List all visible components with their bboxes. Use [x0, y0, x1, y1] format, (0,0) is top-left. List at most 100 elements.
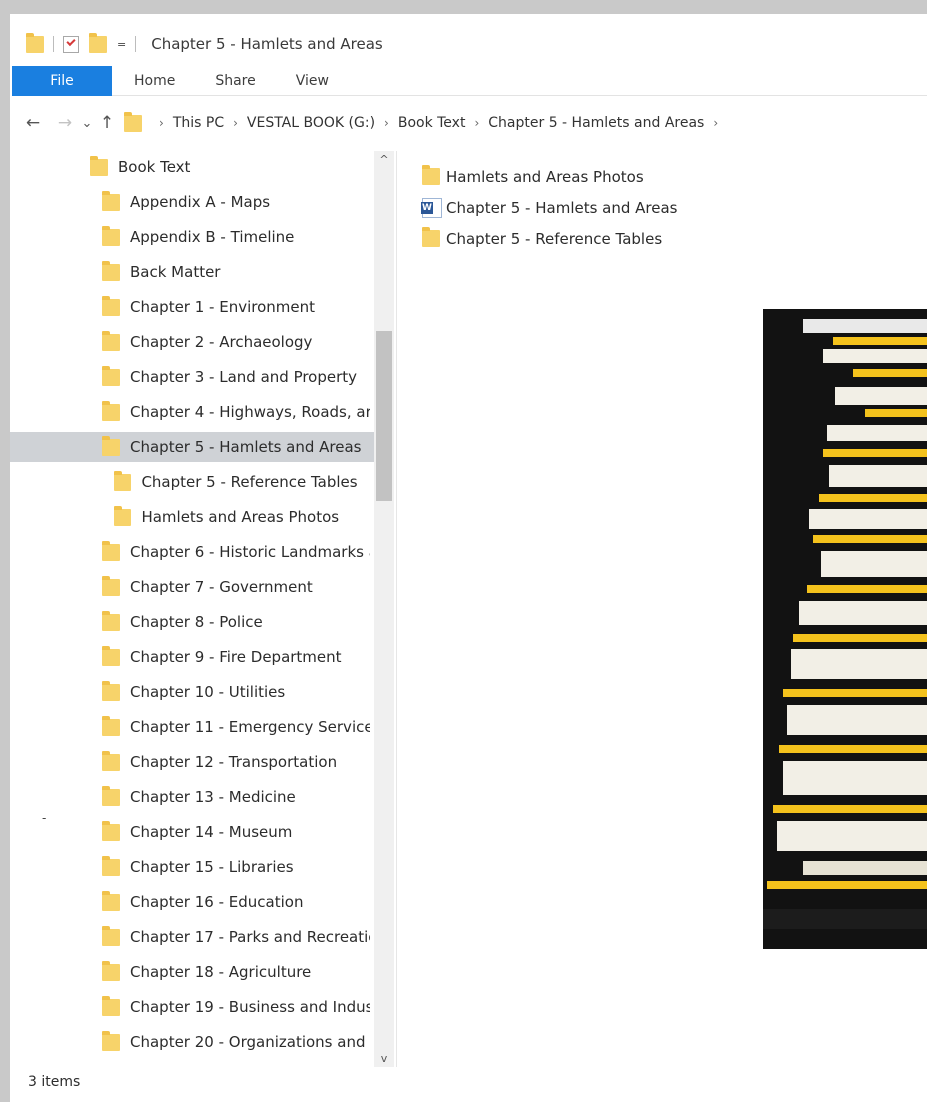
tab-share[interactable]: Share [195, 66, 275, 96]
scroll-up-arrow-icon[interactable]: ^ [374, 153, 394, 166]
folder-icon [102, 995, 120, 1016]
nav-item-chapter-15[interactable]: Chapter 15 - Libraries [10, 852, 374, 882]
nav-item-label: Chapter 5 - Reference Tables [141, 473, 358, 491]
nav-pane-scrollbar[interactable]: ^ v [374, 151, 394, 1067]
nav-item-chapter-8[interactable]: Chapter 8 - Police [10, 607, 374, 637]
tab-view[interactable]: View [276, 66, 349, 96]
nav-item-chapter-6[interactable]: Chapter 6 - Historic Landmarks a [10, 537, 374, 567]
nav-item-hamlets-photos[interactable]: Hamlets and Areas Photos [10, 502, 374, 532]
folder-icon [114, 470, 132, 491]
ribbon-tabs: File Home Share View [10, 66, 927, 96]
window-title: Chapter 5 - Hamlets and Areas [151, 35, 383, 53]
breadcrumb-chapter-5[interactable]: Chapter 5 - Hamlets and Areas [488, 115, 704, 131]
nav-item-chapter-4[interactable]: Chapter 4 - Highways, Roads, ar [10, 397, 374, 427]
nav-item-chapter-20[interactable]: Chapter 20 - Organizations and ( [10, 1027, 374, 1057]
folder-icon [102, 400, 120, 421]
folder-icon [102, 225, 120, 246]
nav-item-label: Appendix B - Timeline [130, 228, 295, 246]
tab-home[interactable]: Home [112, 66, 195, 96]
nav-item-chapter-10[interactable]: Chapter 10 - Utilities [10, 677, 374, 707]
folder-icon [102, 295, 120, 316]
breadcrumb-separator[interactable]: › [384, 116, 389, 130]
file-list: Hamlets and Areas Photos Chapter 5 - Ham… [421, 161, 922, 254]
nav-item-chapter-19[interactable]: Chapter 19 - Business and Indus [10, 992, 374, 1022]
folder-icon [102, 435, 120, 456]
file-item-hamlets-photos[interactable]: Hamlets and Areas Photos [422, 161, 922, 192]
toolbar-divider [53, 36, 54, 52]
nav-item-label: Chapter 5 - Hamlets and Areas [130, 438, 362, 456]
back-arrow-icon[interactable]: ← [24, 113, 42, 133]
breadcrumb-separator[interactable]: › [474, 116, 479, 130]
folder-icon [102, 680, 120, 701]
scroll-down-arrow-icon[interactable]: v [374, 1052, 394, 1065]
file-folders-photo [763, 309, 927, 949]
pane-divider[interactable] [396, 151, 397, 1067]
nav-item-back-matter[interactable]: Back Matter [10, 257, 374, 287]
nav-item-chapter-18[interactable]: Chapter 18 - Agriculture [10, 957, 374, 987]
nav-item-label: Book Text [118, 158, 191, 176]
breadcrumb-vestal-book-drive[interactable]: VESTAL BOOK (G:) [247, 115, 375, 131]
nav-item-chapter-17[interactable]: Chapter 17 - Parks and Recreatic [10, 922, 374, 952]
recent-locations-chevron-icon[interactable]: ⌄ [78, 116, 96, 131]
tab-file[interactable]: File [12, 66, 112, 96]
margin-mark: - [42, 811, 47, 825]
nav-item-label: Chapter 18 - Agriculture [130, 963, 312, 981]
nav-item-label: Chapter 19 - Business and Indus [130, 998, 370, 1016]
breadcrumb-this-pc[interactable]: This PC [173, 115, 224, 131]
nav-item-label: Chapter 1 - Environment [130, 298, 316, 316]
forward-arrow-icon[interactable]: → [56, 113, 74, 133]
folder-icon [102, 540, 120, 561]
nav-item-label: Appendix A - Maps [130, 193, 271, 211]
nav-item-appendix-a[interactable]: Appendix A - Maps [10, 187, 374, 217]
up-arrow-icon[interactable]: ↑ [98, 113, 116, 133]
nav-item-chapter-5-reference-tables[interactable]: Chapter 5 - Reference Tables [10, 467, 374, 497]
nav-item-label: Chapter 15 - Libraries [130, 858, 294, 876]
nav-item-chapter-7[interactable]: Chapter 7 - Government [10, 572, 374, 602]
navigation-pane: Book Text Appendix A - Maps Appendix B -… [10, 151, 394, 1067]
nav-item-book-text[interactable]: Book Text [10, 152, 374, 182]
folder-icon [102, 925, 120, 946]
nav-item-chapter-16[interactable]: Chapter 16 - Education [10, 887, 374, 917]
nav-item-chapter-1[interactable]: Chapter 1 - Environment [10, 292, 374, 322]
breadcrumb-separator: › [159, 116, 164, 130]
nav-item-label: Chapter 20 - Organizations and ( [130, 1033, 370, 1051]
nav-item-chapter-9[interactable]: Chapter 9 - Fire Department [10, 642, 374, 672]
nav-item-chapter-13[interactable]: Chapter 13 - Medicine [10, 782, 374, 812]
breadcrumb-book-text[interactable]: Book Text [398, 115, 466, 131]
breadcrumb-separator[interactable]: › [713, 116, 718, 130]
nav-item-chapter-2[interactable]: Chapter 2 - Archaeology [10, 327, 374, 357]
nav-item-label: Chapter 11 - Emergency Service: [130, 718, 370, 736]
folder-icon [102, 785, 120, 806]
properties-icon[interactable] [63, 35, 79, 53]
nav-item-label: Chapter 3 - Land and Property [130, 368, 358, 386]
nav-item-label: Chapter 9 - Fire Department [130, 648, 342, 666]
address-bar[interactable]: › This PC › VESTAL BOOK (G:) › Book Text… [124, 111, 727, 132]
nav-item-label: Chapter 16 - Education [130, 893, 304, 911]
folder-icon [102, 610, 120, 631]
folder-icon [114, 505, 132, 526]
nav-item-appendix-b[interactable]: Appendix B - Timeline [10, 222, 374, 252]
nav-item-label: Chapter 10 - Utilities [130, 683, 286, 701]
file-item-label: Chapter 5 - Reference Tables [446, 229, 663, 248]
breadcrumb-separator[interactable]: › [233, 116, 238, 130]
nav-item-chapter-5[interactable]: Chapter 5 - Hamlets and Areas [10, 432, 374, 462]
nav-item-chapter-3[interactable]: Chapter 3 - Land and Property [10, 362, 374, 392]
nav-item-label: Chapter 6 - Historic Landmarks a [130, 543, 370, 561]
file-item-chapter-5-reference-tables[interactable]: Chapter 5 - Reference Tables [422, 223, 922, 254]
nav-item-chapter-14[interactable]: Chapter 14 - Museum [10, 817, 374, 847]
toolbar-divider [135, 36, 137, 52]
word-document-icon [421, 197, 442, 218]
nav-item-chapter-12[interactable]: Chapter 12 - Transportation [10, 747, 374, 777]
file-item-label: Chapter 5 - Hamlets and Areas [446, 198, 678, 217]
folder-icon [102, 855, 120, 876]
new-folder-icon[interactable] [89, 32, 107, 53]
quick-access-toolbar: = Chapter 5 - Hamlets and Areas [26, 32, 383, 53]
folder-icon [124, 111, 142, 132]
title-bar: = Chapter 5 - Hamlets and Areas [10, 14, 927, 66]
file-item-chapter-5-document[interactable]: Chapter 5 - Hamlets and Areas [421, 192, 922, 223]
scrollbar-thumb[interactable] [376, 331, 392, 501]
nav-item-label: Chapter 8 - Police [130, 613, 263, 631]
file-item-label: Hamlets and Areas Photos [446, 167, 644, 186]
customize-toolbar-dropdown[interactable]: = [117, 38, 126, 51]
nav-item-chapter-11[interactable]: Chapter 11 - Emergency Service: [10, 712, 374, 742]
